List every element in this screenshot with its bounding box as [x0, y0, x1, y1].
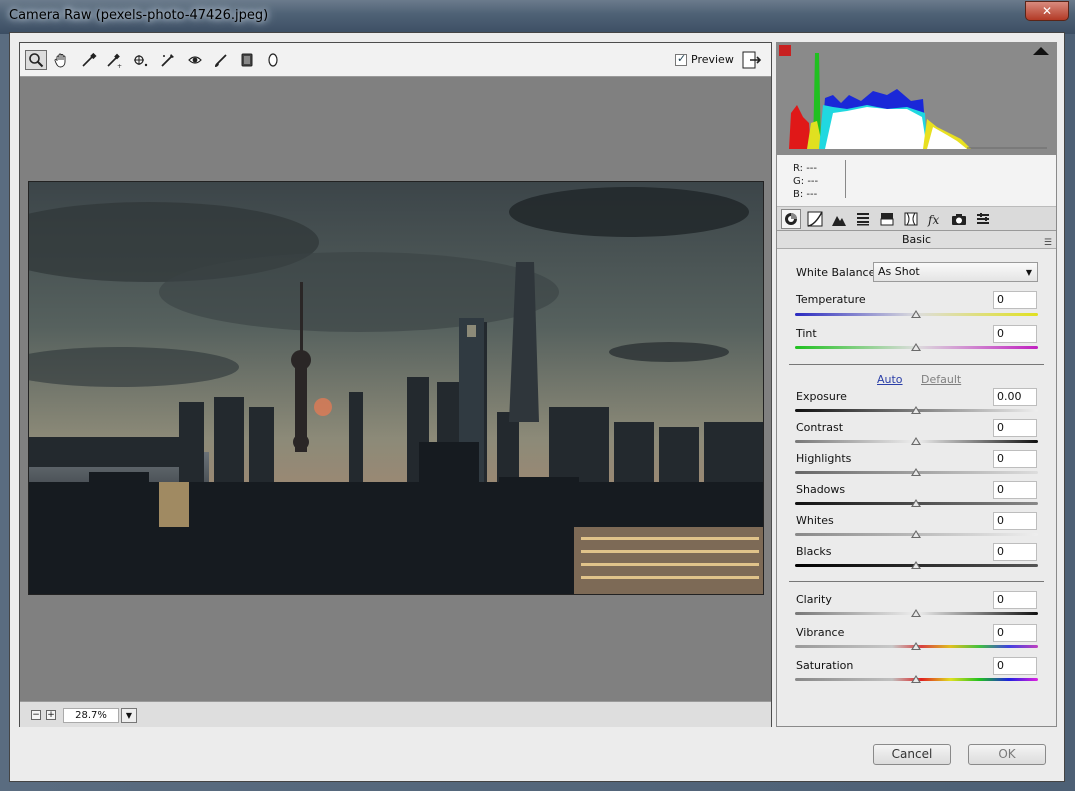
zoom-icon[interactable] [25, 50, 47, 70]
blacks-label: Blacks [796, 545, 832, 558]
temperature-label: Temperature [796, 293, 866, 306]
r-value: --- [806, 163, 818, 174]
r-label: R: [793, 163, 804, 174]
photo-preview[interactable] [28, 181, 764, 595]
white-balance-select[interactable]: As Shot ▼ [873, 262, 1038, 282]
svg-text:+: + [117, 63, 122, 68]
clarity-field[interactable]: 0 [993, 591, 1037, 609]
brush-icon[interactable] [210, 50, 232, 70]
white-balance-value: As Shot [878, 265, 920, 278]
chevron-down-icon: ▼ [1025, 268, 1032, 277]
contrast-label: Contrast [796, 421, 844, 434]
temperature-slider-thumb[interactable] [911, 310, 921, 318]
vibrance-field[interactable]: 0 [993, 624, 1037, 642]
basic-icon[interactable] [781, 209, 801, 229]
hand-icon[interactable] [50, 50, 72, 70]
auto-link[interactable]: Auto [877, 373, 903, 386]
panel-tabs: fx [777, 207, 1056, 231]
camera-calibration-icon[interactable] [949, 209, 969, 229]
tint-slider-thumb[interactable] [911, 343, 921, 351]
clarity-label: Clarity [796, 593, 832, 606]
histogram [777, 43, 1056, 155]
close-button[interactable]: ✕ [1025, 1, 1069, 21]
svg-text:fx: fx [927, 213, 939, 227]
section-divider [789, 581, 1044, 582]
cancel-button[interactable]: Cancel [873, 744, 951, 765]
shadow-clipping-icon[interactable] [779, 45, 791, 56]
panel-menu-icon[interactable]: ☰ [1044, 234, 1052, 252]
tool-bar: + Preview [20, 43, 771, 77]
b-value: --- [806, 189, 818, 200]
red-eye-icon[interactable] [184, 50, 206, 70]
zoom-out-button[interactable]: − [31, 710, 41, 720]
tone-curve-icon[interactable] [805, 209, 825, 229]
window-title: Camera Raw (pexels-photo-47426.jpeg) [9, 8, 269, 23]
default-link[interactable]: Default [921, 373, 961, 386]
contrast-field[interactable]: 0 [993, 419, 1037, 437]
ok-button[interactable]: OK [968, 744, 1046, 765]
detail-icon[interactable] [829, 209, 849, 229]
panel-header: Basic ☰ [777, 231, 1056, 249]
shadows-label: Shadows [796, 483, 846, 496]
targeted-adjust-icon[interactable] [130, 50, 152, 70]
shadows-field[interactable]: 0 [993, 481, 1037, 499]
blacks-field[interactable]: 0 [993, 543, 1037, 561]
hsl-icon[interactable] [853, 209, 873, 229]
cityscape-image [29, 182, 763, 594]
tint-field[interactable]: 0 [993, 325, 1037, 343]
blacks-slider-thumb[interactable] [911, 561, 921, 569]
rgb-readout: R: --- G: --- B: --- [777, 155, 1056, 207]
highlights-slider-thumb[interactable] [911, 468, 921, 476]
lens-icon[interactable] [901, 209, 921, 229]
tint-label: Tint [796, 327, 817, 340]
adjustments-panel: R: --- G: --- B: --- fx Basic ☰ White Ba… [776, 42, 1057, 727]
exposure-label: Exposure [796, 390, 847, 403]
preview-pane: + Preview [19, 42, 772, 727]
g-value: --- [807, 176, 819, 187]
title-bar: Camera Raw (pexels-photo-47426.jpeg) ✕ [0, 0, 1075, 34]
split-toning-icon[interactable] [877, 209, 897, 229]
white-balance-icon[interactable] [78, 50, 100, 70]
exposure-field[interactable]: 0.00 [993, 388, 1037, 406]
section-divider [789, 364, 1044, 365]
whites-slider-thumb[interactable] [911, 530, 921, 538]
zoom-in-button[interactable]: + [46, 710, 56, 720]
fx-icon[interactable]: fx [925, 209, 945, 229]
clarity-slider-thumb[interactable] [911, 609, 921, 617]
white-balance-label: White Balance: [796, 266, 880, 279]
g-label: G: [793, 176, 805, 187]
b-label: B: [793, 189, 804, 200]
shadows-slider-thumb[interactable] [911, 499, 921, 507]
vibrance-slider-thumb[interactable] [911, 642, 921, 650]
exposure-slider-thumb[interactable] [911, 406, 921, 414]
temperature-field[interactable]: 0 [993, 291, 1037, 309]
contrast-slider-thumb[interactable] [911, 437, 921, 445]
highlight-clipping-icon[interactable] [1033, 47, 1049, 55]
radial-filter-icon[interactable] [262, 50, 284, 70]
zoom-level-field[interactable]: 28.7% [63, 708, 119, 723]
saturation-field[interactable]: 0 [993, 657, 1037, 675]
color-sampler-icon[interactable]: + [103, 50, 125, 70]
whites-label: Whites [796, 514, 834, 527]
saturation-slider-thumb[interactable] [911, 675, 921, 683]
fullscreen-toggle-icon[interactable] [742, 51, 762, 69]
preview-checkbox[interactable] [675, 52, 687, 66]
graduated-filter-icon[interactable] [236, 50, 258, 70]
readout-divider [845, 160, 846, 198]
zoom-bar: − + 28.7% ▼ [20, 701, 771, 727]
preview-toggle[interactable]: Preview [675, 52, 734, 66]
highlights-field[interactable]: 0 [993, 450, 1037, 468]
crop-icon[interactable] [157, 50, 179, 70]
zoom-dropdown-button[interactable]: ▼ [121, 708, 137, 723]
saturation-label: Saturation [796, 659, 854, 672]
preview-label: Preview [691, 53, 734, 66]
whites-field[interactable]: 0 [993, 512, 1037, 530]
highlights-label: Highlights [796, 452, 852, 465]
panel-title: Basic [901, 233, 932, 246]
vibrance-label: Vibrance [796, 626, 845, 639]
presets-icon[interactable] [973, 209, 993, 229]
